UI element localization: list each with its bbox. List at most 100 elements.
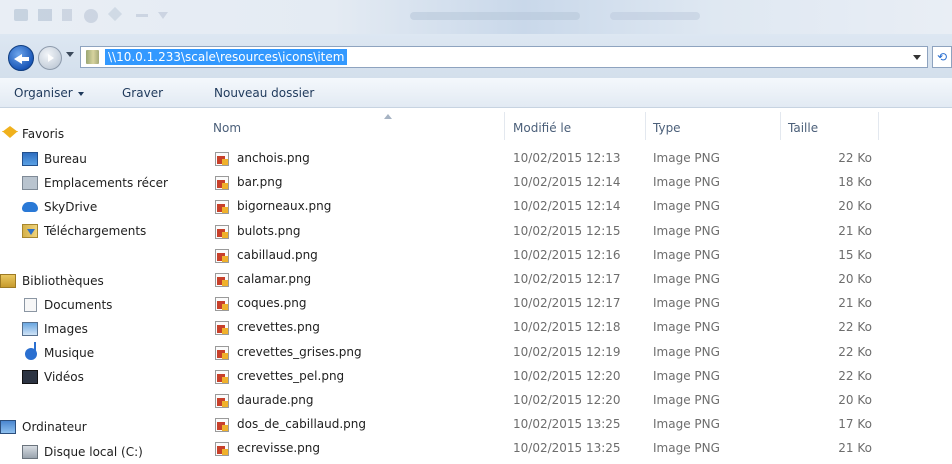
file-name: crevettes.png xyxy=(237,320,320,335)
file-modified: 10/02/2015 12:19 xyxy=(513,344,621,359)
star-icon xyxy=(2,126,18,138)
file-name: bulots.png xyxy=(237,223,301,238)
file-name: crevettes_grises.png xyxy=(237,344,362,359)
sidebar-item-skydrive[interactable]: SkyDrive xyxy=(22,197,97,217)
videos-icon xyxy=(22,370,38,384)
png-file-icon xyxy=(215,224,229,239)
file-modified: 10/02/2015 12:14 xyxy=(513,199,621,214)
sidebar-item-musique[interactable]: Musique xyxy=(25,342,95,363)
file-row[interactable]: crevettes.png 10/02/2015 12:18 Image PNG 22… xyxy=(190,316,952,340)
back-button[interactable] xyxy=(8,45,34,71)
file-row[interactable]: bigorneaux.png 10/02/2015 12:14 Image PNG 2… xyxy=(190,195,952,219)
redo-icon[interactable] xyxy=(107,6,123,22)
skydrive-icon xyxy=(22,202,38,212)
properties-icon[interactable] xyxy=(38,9,52,21)
forward-button[interactable] xyxy=(38,46,62,70)
file-row[interactable]: dos_de_cabillaud.png 10/02/2015 13:25 Imag… xyxy=(190,413,952,437)
file-type: Image PNG xyxy=(653,368,720,383)
new-folder-button[interactable]: Nouveau dossier xyxy=(214,86,314,100)
file-name: crevettes_pel.png xyxy=(237,368,345,383)
column-divider[interactable] xyxy=(504,112,505,140)
sidebar-item-label: Images xyxy=(44,322,88,336)
sidebar-item-label: Téléchargements xyxy=(44,224,147,238)
png-file-icon xyxy=(215,176,229,191)
file-row[interactable]: crevettes_pel.png 10/02/2015 12:20 Image P… xyxy=(190,365,952,389)
sidebar-item-disque-local[interactable]: Disque local (C:) xyxy=(22,442,143,462)
sidebar-item-label: Musique xyxy=(44,346,95,360)
file-type: Image PNG xyxy=(653,247,720,262)
file-row[interactable]: ecrevisse.png 10/02/2015 13:25 Image PNG 21… xyxy=(190,437,952,461)
sidebar-item-documents[interactable]: Documents xyxy=(24,295,112,315)
address-dropdown-icon[interactable] xyxy=(913,55,921,60)
sidebar-item-videos[interactable]: Vidéos xyxy=(22,367,84,387)
file-row[interactable]: bar.png 10/02/2015 12:14 Image PNG 18 Ko xyxy=(190,171,952,195)
sidebar-item-bibliotheques[interactable]: Bibliothèques xyxy=(0,271,104,291)
png-file-icon xyxy=(215,273,229,287)
sidebar-item-images[interactable]: Images xyxy=(22,319,88,339)
refresh-icon[interactable]: ⟲ xyxy=(932,46,952,68)
sidebar-item-ordinateur[interactable]: Ordinateur xyxy=(0,417,87,437)
file-modified: 10/02/2015 12:15 xyxy=(513,223,621,238)
column-header-modified[interactable]: Modifié le xyxy=(513,121,571,135)
file-size: 22 Ko xyxy=(838,151,872,165)
folder-icon xyxy=(86,50,99,64)
chevron-down-icon xyxy=(77,91,84,96)
address-path[interactable]: \\10.0.1.233\scale\resources\icons\item xyxy=(105,49,348,65)
file-size: 20 Ko xyxy=(838,272,872,286)
delete-icon[interactable] xyxy=(136,14,148,17)
sidebar-item-label: Emplacements récer xyxy=(44,176,168,190)
customize-dropdown-icon[interactable] xyxy=(158,12,168,19)
sidebar-item-bureau[interactable]: Bureau xyxy=(22,149,87,169)
command-toolbar: Organiser Graver Nouveau dossier xyxy=(0,78,952,108)
address-bar[interactable]: \\10.0.1.233\scale\resources\icons\item xyxy=(80,46,928,68)
sidebar-item-emplacements-recents[interactable]: Emplacements récer xyxy=(22,173,168,193)
file-row[interactable]: daurade.png 10/02/2015 12:20 Image PNG 20 K… xyxy=(190,389,952,413)
history-dropdown-icon[interactable] xyxy=(66,52,74,57)
desktop-icon xyxy=(22,152,38,166)
column-header-size[interactable]: Taille xyxy=(788,121,818,135)
libraries-icon xyxy=(0,274,16,288)
file-type: Image PNG xyxy=(653,296,720,311)
file-size: 21 Ko xyxy=(838,441,872,456)
file-name: cabillaud.png xyxy=(237,247,318,262)
graver-button[interactable]: Graver xyxy=(122,86,163,100)
file-type: Image PNG xyxy=(653,199,720,214)
quick-access-icon[interactable] xyxy=(14,9,28,21)
file-row[interactable]: bulots.png 10/02/2015 12:15 Image PNG 21 Ko xyxy=(190,220,952,244)
undo-icon[interactable] xyxy=(84,9,98,23)
file-modified: 10/02/2015 12:13 xyxy=(513,151,621,165)
file-row[interactable]: coques.png 10/02/2015 12:17 Image PNG 21 Ko xyxy=(190,292,952,316)
file-size: 18 Ko xyxy=(838,175,872,190)
computer-icon xyxy=(0,420,16,434)
sidebar-item-label: Disque local (C:) xyxy=(44,445,143,459)
recent-places-icon xyxy=(22,176,38,190)
sort-ascending-icon xyxy=(384,114,392,119)
file-row[interactable]: crevettes_grises.png 10/02/2015 12:19 Imag… xyxy=(190,341,952,365)
file-modified: 10/02/2015 13:25 xyxy=(513,417,621,432)
file-row[interactable]: anchois.png 10/02/2015 12:13 Image PNG 22 K… xyxy=(190,147,952,171)
file-size: 22 Ko xyxy=(838,368,872,383)
file-row[interactable]: calamar.png 10/02/2015 12:17 Image PNG 20 K… xyxy=(190,268,952,292)
file-type: Image PNG xyxy=(653,272,720,286)
file-size: 22 Ko xyxy=(838,344,872,359)
new-folder-icon[interactable] xyxy=(62,9,72,21)
file-modified: 10/02/2015 12:17 xyxy=(513,296,621,311)
file-row[interactable]: cabillaud.png 10/02/2015 12:16 Image PNG 15… xyxy=(190,244,952,268)
file-name: calamar.png xyxy=(237,272,312,286)
column-divider[interactable] xyxy=(645,112,646,140)
file-type: Image PNG xyxy=(653,393,720,407)
png-file-icon xyxy=(215,442,229,457)
sidebar-item-label: Favoris xyxy=(22,127,65,141)
column-header-type[interactable]: Type xyxy=(653,121,681,135)
column-header-name[interactable]: Nom xyxy=(213,121,241,135)
organiser-button[interactable]: Organiser xyxy=(14,86,84,100)
file-name: daurade.png xyxy=(237,393,314,407)
file-modified: 10/02/2015 12:17 xyxy=(513,272,621,286)
file-size: 22 Ko xyxy=(838,320,872,335)
sidebar-item-favoris[interactable]: Favoris xyxy=(2,124,65,144)
sidebar-item-telechargements[interactable]: Téléchargements xyxy=(22,221,147,241)
column-divider[interactable] xyxy=(780,112,781,140)
window-title-blurred-secondary xyxy=(610,12,700,20)
images-icon xyxy=(22,322,38,336)
column-divider[interactable] xyxy=(878,112,879,140)
